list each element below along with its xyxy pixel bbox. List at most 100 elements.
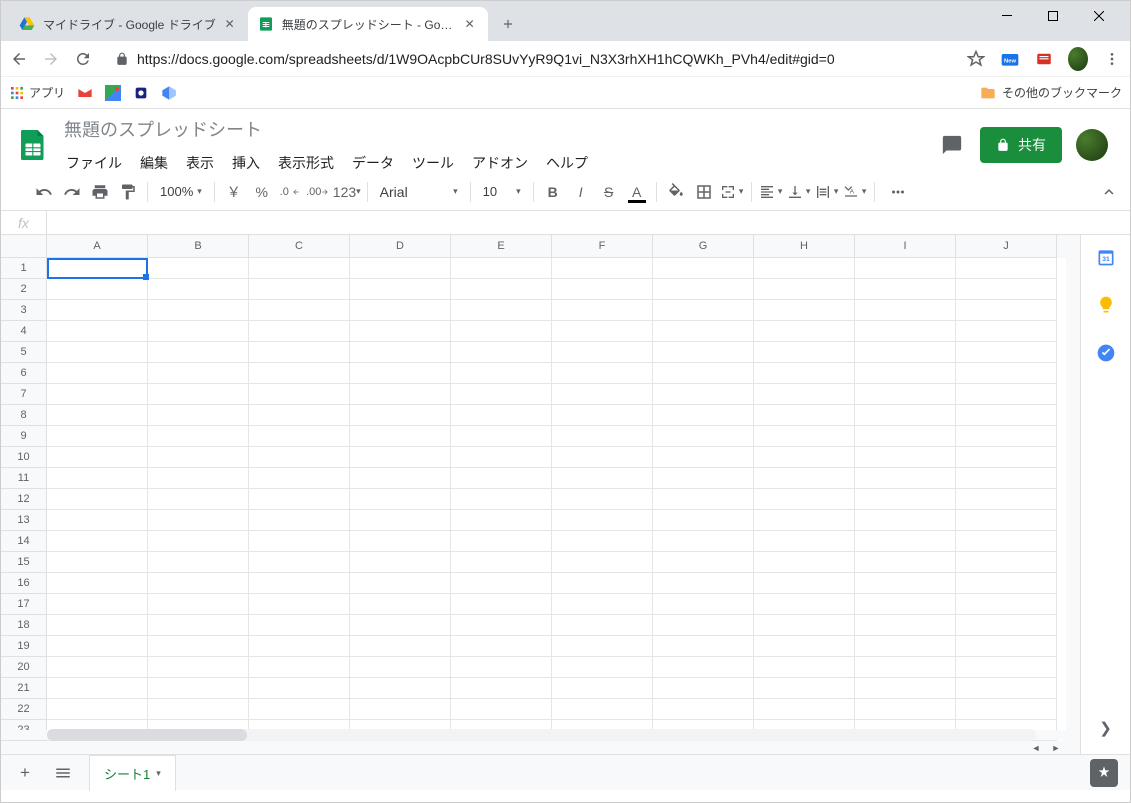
cell[interactable] — [855, 636, 956, 657]
tab-close-icon[interactable]: ✕ — [462, 17, 478, 31]
cell[interactable] — [653, 657, 754, 678]
cell[interactable] — [956, 468, 1057, 489]
cell[interactable] — [148, 300, 249, 321]
menu-data[interactable]: データ — [345, 149, 401, 177]
collapse-toolbar-button[interactable] — [1096, 179, 1122, 205]
cell[interactable] — [249, 510, 350, 531]
currency-button[interactable]: ￥ — [221, 179, 247, 205]
cell[interactable] — [451, 279, 552, 300]
row-header[interactable]: 8 — [1, 405, 47, 426]
zoom-select[interactable]: 100%▾ — [154, 184, 208, 199]
vertical-scrollbar[interactable] — [1066, 235, 1080, 754]
bookmark-item[interactable] — [161, 85, 177, 101]
cell[interactable] — [552, 573, 653, 594]
cell[interactable] — [350, 636, 451, 657]
cell[interactable] — [956, 678, 1057, 699]
cell[interactable] — [451, 489, 552, 510]
cell[interactable] — [653, 678, 754, 699]
extension-icon[interactable] — [1034, 49, 1054, 69]
cell[interactable] — [47, 594, 148, 615]
vertical-align-button[interactable] — [786, 179, 812, 205]
cell[interactable] — [148, 447, 249, 468]
cell[interactable] — [552, 678, 653, 699]
cell[interactable] — [956, 363, 1057, 384]
cell[interactable] — [249, 615, 350, 636]
cell[interactable] — [956, 384, 1057, 405]
cell[interactable] — [148, 594, 249, 615]
cell[interactable] — [47, 279, 148, 300]
cell[interactable] — [855, 678, 956, 699]
new-tab-button[interactable] — [494, 10, 522, 38]
cell[interactable] — [552, 510, 653, 531]
sheet-tab-dropdown-icon[interactable]: ▾ — [156, 768, 161, 779]
cell[interactable] — [855, 552, 956, 573]
cell[interactable] — [451, 531, 552, 552]
cell[interactable] — [451, 426, 552, 447]
cell[interactable] — [47, 363, 148, 384]
menu-edit[interactable]: 編集 — [133, 149, 175, 177]
apps-shortcut[interactable]: アプリ — [9, 84, 65, 101]
cell[interactable] — [350, 615, 451, 636]
column-header[interactable]: D — [350, 235, 451, 258]
text-color-button[interactable]: A — [624, 179, 650, 205]
cell[interactable] — [956, 447, 1057, 468]
number-format-button[interactable]: 123▾ — [333, 179, 361, 205]
cell[interactable] — [552, 426, 653, 447]
side-panel-collapse-button[interactable]: ❯ — [1094, 716, 1118, 740]
cell[interactable] — [956, 699, 1057, 720]
cell[interactable] — [855, 342, 956, 363]
cell[interactable] — [148, 321, 249, 342]
cell[interactable] — [653, 615, 754, 636]
cell[interactable] — [754, 699, 855, 720]
row-header[interactable]: 22 — [1, 699, 47, 720]
omnibox[interactable]: https://docs.google.com/spreadsheets/d/1… — [105, 51, 954, 67]
cell[interactable] — [451, 300, 552, 321]
cell[interactable] — [552, 300, 653, 321]
bookmark-item[interactable] — [133, 85, 149, 101]
cell[interactable] — [754, 363, 855, 384]
cell[interactable] — [653, 552, 754, 573]
cell[interactable] — [754, 573, 855, 594]
cell[interactable] — [47, 636, 148, 657]
cell[interactable] — [249, 405, 350, 426]
row-header[interactable]: 12 — [1, 489, 47, 510]
cell[interactable] — [47, 405, 148, 426]
cell[interactable] — [956, 426, 1057, 447]
fx-label[interactable]: fx — [1, 211, 47, 234]
cell[interactable] — [855, 384, 956, 405]
row-header[interactable]: 18 — [1, 615, 47, 636]
all-sheets-button[interactable] — [51, 761, 75, 785]
borders-button[interactable] — [691, 179, 717, 205]
bold-button[interactable]: B — [540, 179, 566, 205]
cell[interactable] — [653, 258, 754, 279]
cell[interactable] — [552, 594, 653, 615]
cell[interactable] — [47, 657, 148, 678]
window-maximize-button[interactable] — [1030, 1, 1076, 31]
cell[interactable] — [350, 552, 451, 573]
cell[interactable] — [47, 678, 148, 699]
cell[interactable] — [855, 657, 956, 678]
cell[interactable] — [956, 279, 1057, 300]
row-header[interactable]: 15 — [1, 552, 47, 573]
cell[interactable] — [552, 363, 653, 384]
cell[interactable] — [754, 279, 855, 300]
cell[interactable] — [148, 426, 249, 447]
cell[interactable] — [47, 300, 148, 321]
browser-tab-active[interactable]: 無題のスプレッドシート - Google スプ ✕ — [248, 7, 488, 41]
row-header[interactable]: 3 — [1, 300, 47, 321]
cell[interactable] — [249, 426, 350, 447]
cell[interactable] — [350, 657, 451, 678]
fill-color-button[interactable] — [663, 179, 689, 205]
cell[interactable] — [552, 279, 653, 300]
cell[interactable] — [249, 573, 350, 594]
cell[interactable] — [249, 594, 350, 615]
cell[interactable] — [451, 468, 552, 489]
cell[interactable] — [148, 699, 249, 720]
cell[interactable] — [956, 258, 1057, 279]
cell[interactable] — [451, 699, 552, 720]
column-header[interactable]: I — [855, 235, 956, 258]
column-header[interactable]: H — [754, 235, 855, 258]
cell[interactable] — [754, 321, 855, 342]
horizontal-scrollbar[interactable]: ◄ ► — [1, 741, 1066, 754]
cell[interactable] — [249, 384, 350, 405]
